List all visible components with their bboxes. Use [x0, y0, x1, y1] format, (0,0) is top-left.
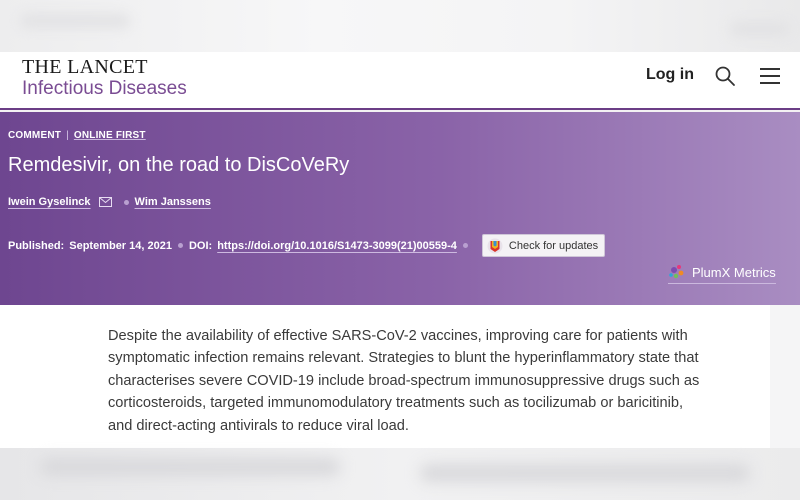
article-abstract: Despite the availability of effective SA…: [108, 328, 700, 434]
online-first-tag[interactable]: ONLINE FIRST: [74, 130, 146, 141]
info-separator-dot: [177, 243, 183, 248]
published-label: Published:: [8, 239, 65, 252]
search-icon[interactable]: [714, 65, 736, 87]
check-for-updates-label: Check for updates: [508, 239, 599, 252]
blurred-top-region: [0, 0, 800, 52]
article-tags: COMMENT | ONLINE FIRST: [8, 130, 146, 141]
publication-info: Published: September 14, 2021 DOI: https…: [8, 234, 606, 257]
author-link[interactable]: Wim Janssens: [135, 196, 211, 208]
check-for-updates-button[interactable]: Check for updates: [481, 234, 606, 257]
blurred-bottom-region: [0, 448, 800, 500]
lancet-logo[interactable]: THE LANCET Infectious Diseases: [22, 56, 187, 100]
logo-journal-name: THE LANCET: [22, 56, 148, 78]
plumx-label: PlumX Metrics: [692, 264, 776, 280]
doi-label: DOI:: [188, 239, 213, 252]
author-link[interactable]: Iwein Gyselinck: [8, 196, 91, 208]
blurred-right-edge: [770, 305, 800, 450]
published-date: September 14, 2021: [69, 239, 172, 252]
header-divider: [0, 108, 800, 110]
site-header: THE LANCET Infectious Diseases Log in: [0, 52, 800, 108]
article-title: Remdesivir, on the road to DisCoVeRy: [8, 154, 350, 176]
plumx-metrics-link[interactable]: PlumX Metrics: [668, 264, 776, 284]
logo-journal-subtitle: Infectious Diseases: [22, 78, 187, 99]
crossmark-icon: [487, 238, 503, 253]
plumx-icon: [669, 265, 684, 279]
tag-separator: |: [66, 130, 69, 141]
article-content: Despite the availability of effective SA…: [0, 305, 770, 448]
doi-link[interactable]: https://doi.org/10.1016/S1473-3099(21)00…: [217, 240, 457, 252]
article-type-tag: COMMENT: [8, 130, 62, 141]
login-link[interactable]: Log in: [646, 66, 694, 84]
envelope-icon[interactable]: [98, 197, 112, 207]
hamburger-menu-icon[interactable]: [759, 67, 781, 85]
author-separator-dot: [123, 199, 129, 205]
article-banner: COMMENT | ONLINE FIRST Remdesivir, on the …: [0, 112, 800, 305]
author-list: Iwein Gyselinck Wim Janssens: [8, 196, 211, 208]
info-separator-dot: [462, 243, 468, 248]
